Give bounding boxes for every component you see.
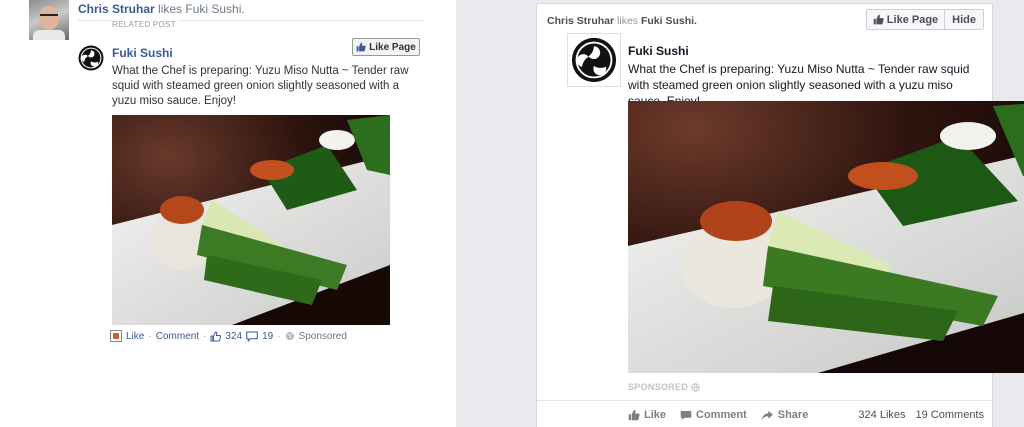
globe-icon bbox=[285, 331, 295, 341]
page-name-link[interactable]: Fuki Sushi bbox=[628, 44, 689, 58]
comment-icon bbox=[680, 410, 692, 421]
old-feed-story: Chris Struhar likes Fuki Sushi. RELATED … bbox=[0, 0, 456, 427]
feed-story-card: Chris Struhar likes Fuki Sushi. Like Pag… bbox=[536, 3, 1024, 427]
comments-count-link[interactable]: 19 Comments bbox=[916, 409, 984, 421]
story-header: Chris Struhar likes Fuki Sushi. bbox=[78, 2, 245, 16]
story-text: likes Fuki Sushi. bbox=[154, 2, 245, 16]
page-name-link[interactable]: Fuki Sushi bbox=[112, 46, 173, 60]
like-page-label: Like Page bbox=[369, 41, 416, 53]
comment-icon bbox=[246, 330, 258, 342]
new-feed-background: Chris Struhar likes Fuki Sushi. Like Pag… bbox=[456, 0, 1024, 427]
page-logo-icon[interactable] bbox=[567, 33, 621, 87]
like-thumb-icon bbox=[356, 42, 366, 52]
like-label: Like bbox=[644, 409, 667, 421]
story-actions: Like Page Hide bbox=[865, 9, 984, 30]
sponsored-label: Sponsored bbox=[298, 330, 347, 342]
engagement-counts: 324 Likes 19 Comments bbox=[858, 409, 984, 421]
likes-count-link[interactable]: 324 Likes bbox=[858, 409, 905, 421]
like-thumb-icon bbox=[210, 331, 222, 342]
page-mini-icon bbox=[110, 330, 122, 342]
like-thumb-icon bbox=[628, 409, 640, 421]
post-photo[interactable] bbox=[112, 115, 390, 325]
globe-icon bbox=[691, 382, 700, 392]
sponsored-text: SPONSORED bbox=[628, 382, 689, 392]
divider bbox=[537, 400, 992, 401]
share-action[interactable]: Share bbox=[761, 409, 809, 421]
like-action[interactable]: Like bbox=[628, 409, 666, 421]
like-page-button[interactable]: Like Page bbox=[352, 38, 420, 56]
share-icon bbox=[761, 410, 774, 421]
story-verb: likes bbox=[614, 15, 641, 27]
hide-button[interactable]: Hide bbox=[945, 9, 984, 30]
post-action-bar: Like Comment Share bbox=[628, 409, 808, 421]
like-page-label: Like Page bbox=[886, 13, 939, 26]
story-header: Chris Struhar likes Fuki Sushi. bbox=[547, 15, 697, 27]
likes-count[interactable]: 324 bbox=[225, 331, 242, 342]
related-post-label: RELATED POST bbox=[112, 20, 180, 29]
comment-link[interactable]: Comment bbox=[156, 331, 199, 342]
actor-name-link[interactable]: Chris Struhar bbox=[547, 15, 614, 27]
like-link[interactable]: Like bbox=[126, 331, 144, 342]
comment-label: Comment bbox=[696, 409, 747, 421]
like-thumb-icon bbox=[873, 14, 884, 25]
story-page-link[interactable]: Fuki Sushi. bbox=[641, 15, 697, 27]
actor-name-link[interactable]: Chris Struhar bbox=[78, 2, 155, 16]
post-footer: Like · Comment · 324 19 · Sponsored bbox=[110, 330, 347, 342]
post-photo[interactable] bbox=[628, 101, 1024, 373]
page-logo-icon[interactable] bbox=[78, 45, 104, 71]
share-label: Share bbox=[777, 409, 809, 421]
post-text: What the Chef is preparing: Yuzu Miso Nu… bbox=[112, 65, 409, 107]
like-page-button[interactable]: Like Page bbox=[865, 9, 946, 30]
comments-count[interactable]: 19 bbox=[262, 331, 273, 342]
sponsored-label: SPONSORED bbox=[628, 382, 700, 392]
actor-avatar[interactable] bbox=[29, 0, 69, 40]
comment-action[interactable]: Comment bbox=[680, 409, 747, 421]
